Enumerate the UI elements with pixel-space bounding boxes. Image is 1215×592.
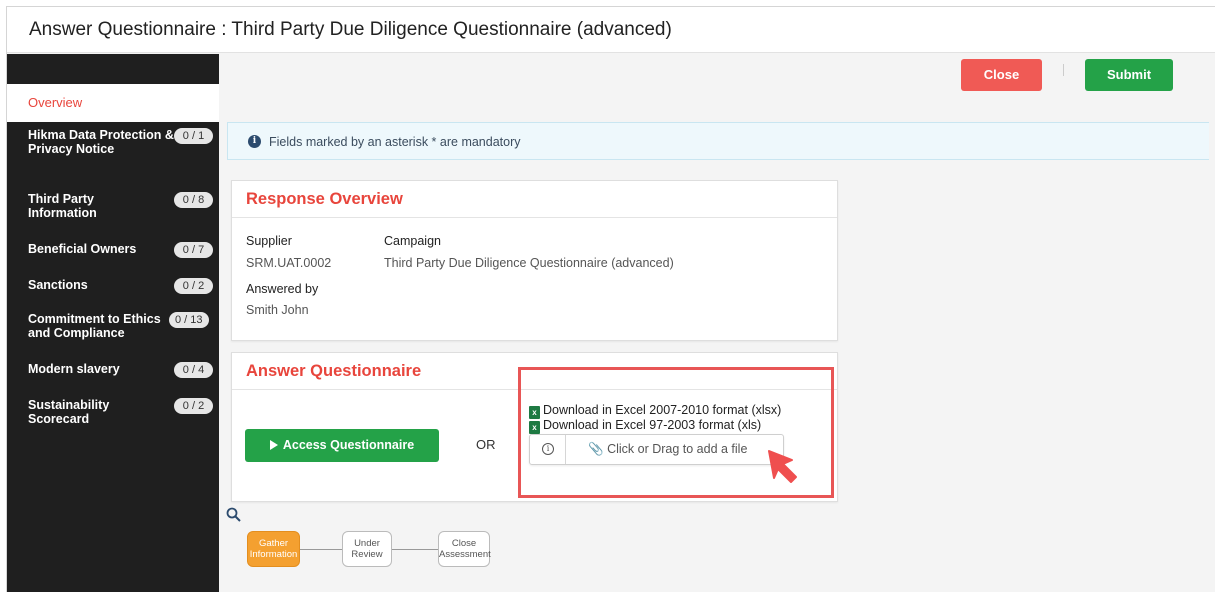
- workflow-connector: [300, 549, 342, 550]
- mandatory-fields-notice: i Fields marked by an asterisk * are man…: [227, 122, 1209, 160]
- sidebar-item-third-party-information[interactable]: Third Party Information 0 / 8: [7, 192, 219, 222]
- upload-drop-target[interactable]: 📎 Click or Drag to add a file: [588, 442, 747, 457]
- sidebar-item-beneficial-owners[interactable]: Beneficial Owners 0 / 7: [7, 242, 219, 262]
- sidebar: Overview Hikma Data Protection & Privacy…: [7, 54, 219, 592]
- sidebar-item-label: Sustainability Scorecard: [28, 398, 110, 426]
- close-button[interactable]: Close: [961, 59, 1042, 91]
- info-circle-icon: i: [248, 135, 261, 148]
- paperclip-icon: 📎: [588, 442, 604, 456]
- download-xls-label: Download in Excel 97-2003 format (xls): [543, 418, 762, 432]
- sidebar-item-count-badge: 0 / 2: [174, 398, 213, 414]
- access-questionnaire-label: Access Questionnaire: [282, 438, 415, 452]
- sidebar-item-sanctions[interactable]: Sanctions 0 / 2: [7, 278, 219, 298]
- sidebar-item-count-badge: 0 / 4: [174, 362, 213, 378]
- info-icon: i: [542, 443, 554, 455]
- sidebar-item-label: Beneficial Owners: [28, 242, 137, 256]
- panel-title: Response Overview: [246, 190, 403, 208]
- sidebar-item-ethics-compliance[interactable]: Commitment to Ethics and Compliance 0 / …: [7, 312, 219, 342]
- supplier-label: Supplier: [246, 234, 292, 248]
- search-icon[interactable]: [226, 507, 242, 523]
- sidebar-item-label: Hikma Data Protection & Privacy Notice: [28, 128, 174, 156]
- sidebar-item-count-badge: 0 / 13: [169, 312, 209, 328]
- campaign-value: Third Party Due Diligence Questionnaire …: [384, 256, 674, 270]
- sidebar-item-label: Modern slavery: [28, 362, 120, 376]
- sidebar-item-data-protection[interactable]: Hikma Data Protection & Privacy Notice 0…: [7, 128, 219, 168]
- file-upload-dropzone[interactable]: i 📎 Click or Drag to add a file: [529, 434, 784, 465]
- play-icon: [269, 440, 278, 450]
- sidebar-item-count-badge: 0 / 1: [174, 128, 213, 144]
- workflow-step-close-assessment[interactable]: Close Assessment: [438, 531, 491, 567]
- download-xls-link[interactable]: x Download in Excel 97-2003 format (xls): [529, 418, 761, 434]
- sidebar-item-label: Sanctions: [28, 278, 88, 292]
- panel-header: Response Overview: [232, 181, 837, 218]
- panel-title: Answer Questionnaire: [246, 362, 422, 380]
- sidebar-item-count-badge: 0 / 7: [174, 242, 213, 258]
- upload-label: Click or Drag to add a file: [607, 442, 748, 456]
- sidebar-item-count-badge: 0 / 2: [174, 278, 213, 294]
- supplier-value: SRM.UAT.0002: [246, 256, 332, 270]
- toolbar-divider: [1063, 64, 1064, 76]
- sidebar-item-modern-slavery[interactable]: Modern slavery 0 / 4: [7, 362, 219, 382]
- sidebar-item-overview[interactable]: Overview: [7, 84, 219, 122]
- pointer-arrow-icon: [768, 450, 797, 483]
- or-separator: OR: [476, 437, 496, 452]
- submit-button[interactable]: Submit: [1085, 59, 1173, 91]
- sidebar-item-count-badge: 0 / 8: [174, 192, 213, 208]
- page-title: Answer Questionnaire : Third Party Due D…: [29, 19, 672, 40]
- excel-file-icon: x: [529, 421, 540, 434]
- download-xlsx-link[interactable]: x Download in Excel 2007-2010 format (xls…: [529, 403, 781, 419]
- notice-text: Fields marked by an asterisk * are manda…: [269, 135, 521, 149]
- sidebar-item-label: Commitment to Ethics and Compliance: [28, 312, 161, 340]
- title-bar: Answer Questionnaire : Third Party Due D…: [7, 7, 1215, 53]
- answered-by-value: Smith John: [246, 303, 309, 317]
- sidebar-item-sustainability-scorecard[interactable]: Sustainability Scorecard 0 / 2: [7, 398, 219, 428]
- sidebar-item-label: Third Party Information: [28, 192, 97, 220]
- upload-info-button[interactable]: i: [530, 435, 566, 464]
- workflow-step-gather-information[interactable]: Gather Information: [247, 531, 300, 567]
- campaign-label: Campaign: [384, 234, 441, 248]
- response-overview-panel: Response Overview Supplier SRM.UAT.0002 …: [231, 180, 838, 341]
- sidebar-item-label: Overview: [28, 95, 83, 110]
- answered-by-label: Answered by: [246, 282, 319, 296]
- download-xlsx-label: Download in Excel 2007-2010 format (xlsx…: [543, 403, 782, 417]
- access-questionnaire-button[interactable]: Access Questionnaire: [245, 429, 439, 462]
- workflow-connector: [392, 549, 438, 550]
- workflow-step-under-review[interactable]: Under Review: [342, 531, 392, 567]
